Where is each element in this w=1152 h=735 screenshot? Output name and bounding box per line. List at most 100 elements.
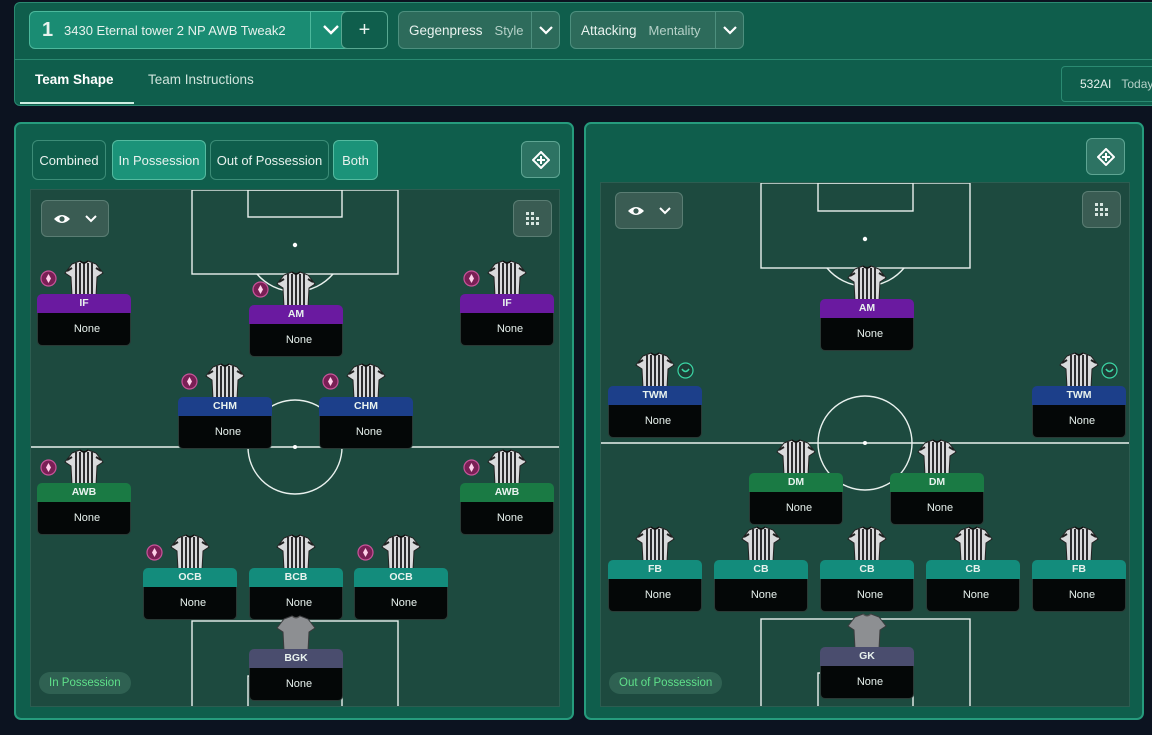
player-name: None: [890, 492, 984, 525]
segment-combined[interactable]: Combined: [32, 140, 106, 180]
player-slot-awb[interactable]: AWB None: [37, 483, 131, 541]
style-dropdown[interactable]: Gegenpress Style: [398, 11, 560, 49]
player-name: None: [820, 318, 914, 351]
player-shirt-icon: [635, 352, 675, 389]
player-slot-bgk[interactable]: BGK None: [249, 649, 343, 706]
player-name: None: [820, 666, 914, 699]
pitch: In Possession IF None AM None IF None CHM None C…: [30, 189, 560, 707]
tactic-name: 3430 Eternal tower 2 NP AWB Tweak2: [64, 22, 286, 38]
chevron-down-icon[interactable]: [715, 12, 743, 48]
player-role: DM: [749, 473, 843, 492]
active-tab-indicator: [20, 102, 134, 104]
player-shirt-icon: [847, 526, 887, 563]
player-shirt-icon: [205, 363, 245, 400]
player-slot-dm[interactable]: DM None: [749, 473, 843, 531]
instruction-icon-pink[interactable]: [252, 281, 269, 298]
player-shirt-icon: [1059, 526, 1099, 563]
player-slot-cb[interactable]: CB None: [714, 560, 808, 618]
instruction-icon-pink[interactable]: [463, 459, 480, 476]
mentality-dropdown[interactable]: Attacking Mentality: [570, 11, 744, 49]
player-name: None: [143, 587, 237, 620]
player-name: None: [178, 416, 272, 449]
add-tactic-button[interactable]: +: [341, 11, 388, 49]
formation-code: 532AI: [1080, 77, 1112, 91]
instruction-icon-pink[interactable]: [357, 544, 374, 561]
player-role: CB: [714, 560, 808, 579]
player-role: IF: [37, 294, 131, 313]
player-name: None: [354, 587, 448, 620]
comparison-selector[interactable]: 532AI Today: [1061, 66, 1152, 102]
instruction-icon-green[interactable]: [1101, 362, 1118, 379]
player-slot-if[interactable]: IF None: [460, 294, 554, 352]
player-slot-fb[interactable]: FB None: [1032, 560, 1126, 618]
segment-both[interactable]: Both: [333, 140, 378, 180]
player-slot-dm[interactable]: DM None: [890, 473, 984, 531]
player-name: None: [608, 405, 702, 438]
pitch-view-icon[interactable]: [521, 141, 560, 178]
player-name: None: [37, 502, 131, 535]
player-role: CB: [820, 560, 914, 579]
player-slot-ocb[interactable]: OCB None: [354, 568, 448, 626]
player-name: None: [1032, 579, 1126, 612]
player-role: FB: [1032, 560, 1126, 579]
segment-in-possession[interactable]: In Possession: [112, 140, 206, 180]
grid-toggle-icon[interactable]: [513, 200, 552, 237]
player-slot-awb[interactable]: AWB None: [460, 483, 554, 541]
player-shirt-icon: [170, 534, 210, 571]
instruction-icon-pink[interactable]: [146, 544, 163, 561]
player-slot-twm[interactable]: TWM None: [1032, 386, 1126, 444]
player-slot-am[interactable]: AM None: [249, 305, 343, 363]
player-role: BCB: [249, 568, 343, 587]
chevron-down-icon[interactable]: [531, 12, 559, 48]
instruction-icon-green[interactable]: [677, 362, 694, 379]
player-slot-chm[interactable]: CHM None: [319, 397, 413, 455]
tab-bar: Team Shape Team Instructions 532AI Today: [15, 59, 1152, 105]
player-shirt-icon: [741, 526, 781, 563]
player-role: CB: [926, 560, 1020, 579]
segment-out-of-possession[interactable]: Out of Possession: [210, 140, 329, 180]
player-slot-cb[interactable]: CB None: [820, 560, 914, 618]
instruction-icon-pink[interactable]: [322, 373, 339, 390]
player-slot-cb[interactable]: CB None: [926, 560, 1020, 618]
player-role: CHM: [319, 397, 413, 416]
player-shirt-icon: [953, 526, 993, 563]
player-role: OCB: [143, 568, 237, 587]
player-slot-chm[interactable]: CHM None: [178, 397, 272, 455]
visibility-toggle[interactable]: [615, 192, 683, 229]
player-shirt-icon: [276, 271, 316, 308]
tab-team-instructions[interactable]: Team Instructions: [148, 72, 254, 87]
player-name: None: [1032, 405, 1126, 438]
player-shirt-icon: [381, 534, 421, 571]
visibility-toggle[interactable]: [41, 200, 109, 237]
instruction-icon-pink[interactable]: [40, 459, 57, 476]
player-name: None: [749, 492, 843, 525]
tactic-selector[interactable]: 1 3430 Eternal tower 2 NP AWB Tweak2: [29, 11, 351, 49]
player-slot-gk[interactable]: GK None: [820, 647, 914, 705]
grid-toggle-icon[interactable]: [1082, 191, 1121, 228]
player-slot-am[interactable]: AM None: [820, 299, 914, 357]
player-name: None: [460, 313, 554, 346]
mentality-label: Mentality: [648, 22, 701, 38]
player-name: None: [460, 502, 554, 535]
player-slot-if[interactable]: IF None: [37, 294, 131, 352]
pitch-view-icon[interactable]: [1086, 138, 1125, 175]
player-slot-twm[interactable]: TWM None: [608, 386, 702, 444]
player-role: CHM: [178, 397, 272, 416]
instruction-icon-pink[interactable]: [181, 373, 198, 390]
player-shirt-icon: [487, 449, 527, 486]
player-shirt-icon: [64, 260, 104, 297]
today-label: Today: [1121, 77, 1152, 91]
tab-team-shape[interactable]: Team Shape: [35, 72, 114, 87]
tactic-header: 1 3430 Eternal tower 2 NP AWB Tweak2 + G…: [14, 2, 1152, 106]
player-name: None: [249, 668, 343, 701]
player-shirt-icon: [847, 265, 887, 302]
instruction-icon-pink[interactable]: [40, 270, 57, 287]
player-role: AM: [249, 305, 343, 324]
player-role: AWB: [37, 483, 131, 502]
instruction-icon-pink[interactable]: [463, 270, 480, 287]
player-slot-ocb[interactable]: OCB None: [143, 568, 237, 626]
player-shirt-icon: [276, 534, 316, 571]
chevron-down-icon: [659, 206, 671, 214]
eye-icon: [628, 206, 644, 215]
player-slot-fb[interactable]: FB None: [608, 560, 702, 618]
